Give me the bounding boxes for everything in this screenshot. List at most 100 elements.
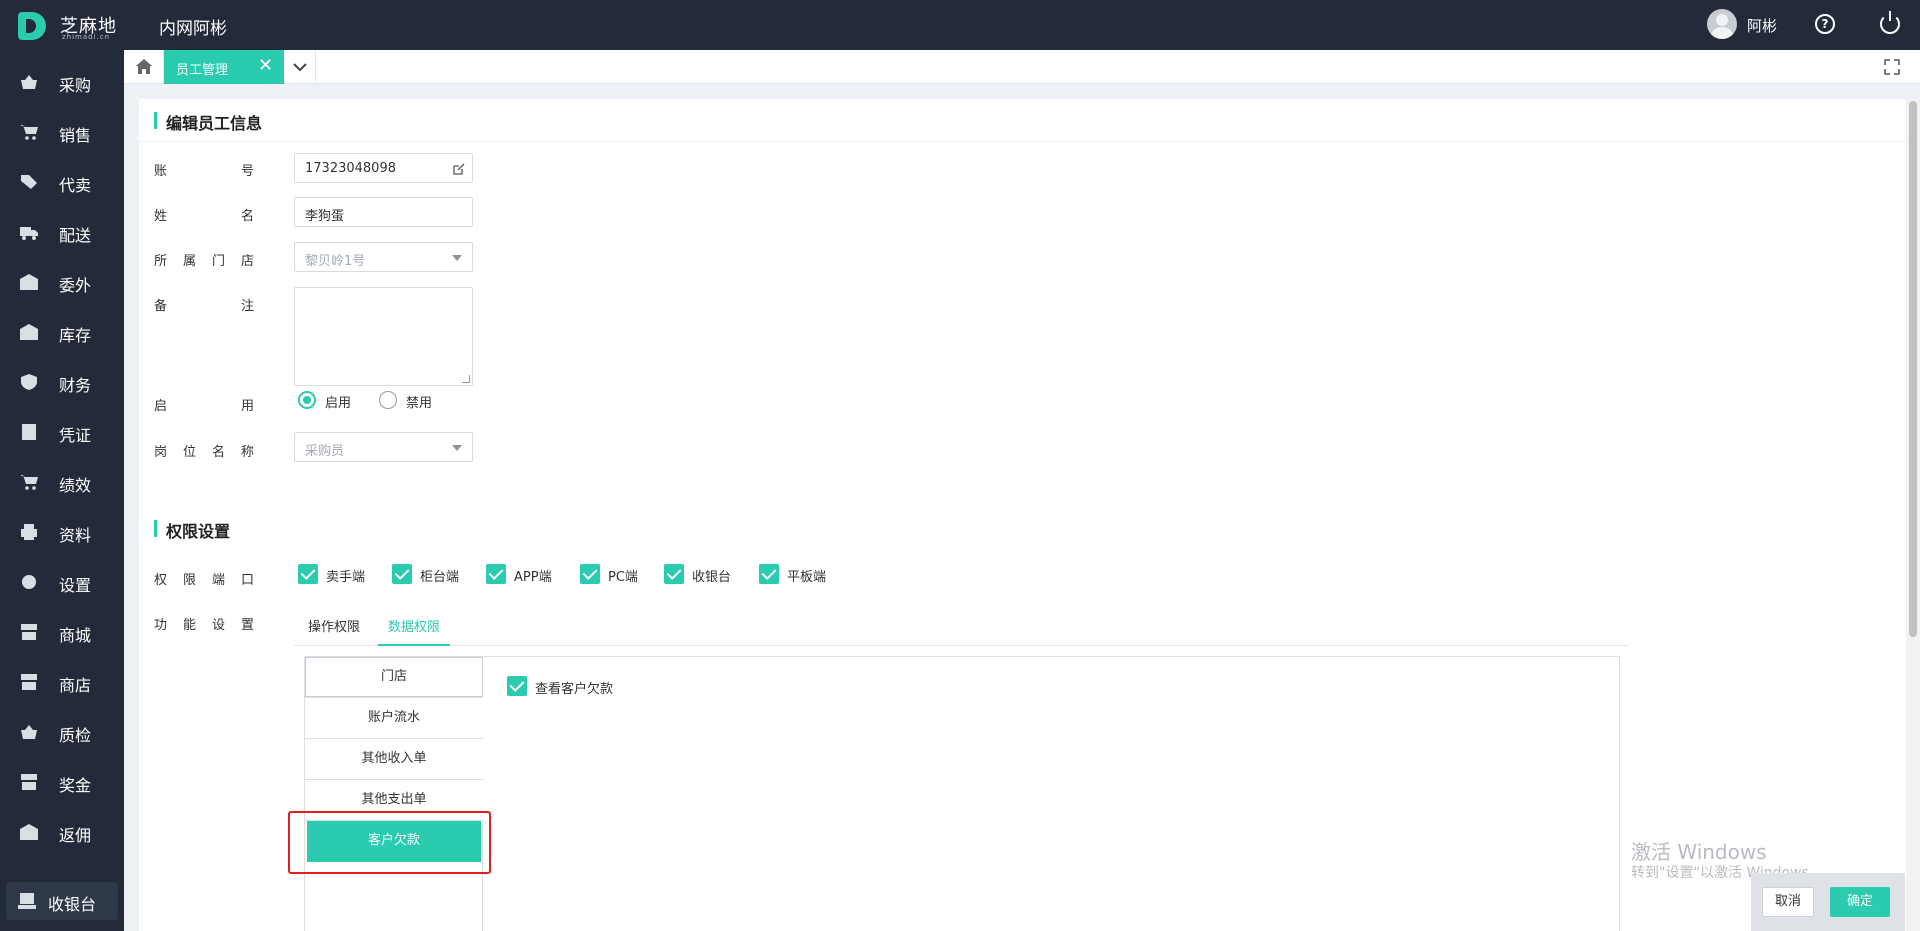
sidebar: 采购 销售 代卖 配送 委外 库存 财务 凭证 绩效 资料 设置 商城 商店 质… <box>0 50 124 931</box>
remark-label: 备注 <box>154 299 254 314</box>
caret-down-icon <box>452 445 462 451</box>
sidebar-item-label: 资料 <box>59 526 92 545</box>
home-icon <box>136 59 152 74</box>
radio-label: 禁用 <box>406 396 433 411</box>
avatar[interactable] <box>1707 9 1737 39</box>
sidebar-item-shop[interactable]: 商店 <box>0 662 124 702</box>
list-item[interactable]: 门店 <box>305 657 483 698</box>
cart-icon <box>20 124 38 140</box>
remark-textarea[interactable] <box>294 287 473 386</box>
sidebar-item-qc[interactable]: 质检 <box>0 712 124 752</box>
sidebar-item-data[interactable]: 资料 <box>0 512 124 552</box>
sidebar-item-label: 采购 <box>59 76 92 95</box>
cancel-button[interactable]: 取消 <box>1762 887 1814 917</box>
radio-circle <box>379 391 397 409</box>
section-title-permissions: 权限设置 <box>154 518 230 542</box>
section-divider <box>139 141 1909 142</box>
tab-label: 员工管理 <box>176 63 229 78</box>
top-bar: 芝麻地 zhimadi.cn 内网阿彬 阿彬 ? <box>0 0 1920 50</box>
sidebar-item-delivery[interactable]: 配送 <box>0 212 124 252</box>
radio-circle <box>298 391 316 409</box>
sidebar-item-sales[interactable]: 销售 <box>0 112 124 152</box>
store-icon <box>20 774 38 790</box>
help-icon[interactable]: ? <box>1815 14 1835 34</box>
sidebar-item-label: 绩效 <box>59 476 92 495</box>
tab-dropdown-button[interactable] <box>284 50 316 84</box>
gear-icon <box>20 574 38 590</box>
data-permission-panel: 门店 账户流水 其他收入单 其他支出单 客户欠款 查看客户欠款 <box>304 656 1620 931</box>
section-title-edit-employee: 编辑员工信息 <box>154 110 262 134</box>
cart-icon <box>20 474 38 490</box>
checkbox-box <box>392 564 412 584</box>
checkbox-label: PC端 <box>608 570 638 585</box>
tab-employee-management[interactable]: 员工管理 ✕ <box>164 50 284 84</box>
activation-watermark-title: 激活 Windows <box>1631 840 1767 864</box>
scrollbar[interactable] <box>1906 99 1920 931</box>
checkbox-label: 卖手端 <box>326 570 366 585</box>
caret-down-icon <box>452 255 462 261</box>
sidebar-item-consign[interactable]: 代卖 <box>0 162 124 202</box>
checkbox-label: 收银台 <box>692 570 732 585</box>
resize-grip-icon[interactable] <box>462 375 470 383</box>
cashier-icon <box>18 893 36 909</box>
name-field[interactable]: 李狗蛋 <box>294 197 473 227</box>
position-label: 岗位名称 <box>154 445 254 460</box>
sidebar-item-voucher[interactable]: 凭证 <box>0 412 124 452</box>
sidebar-item-bonus[interactable]: 奖金 <box>0 762 124 802</box>
sidebar-item-outsource[interactable]: 委外 <box>0 262 124 302</box>
list-item[interactable]: 账户流水 <box>305 698 483 739</box>
permission-tabs: 操作权限 数据权限 <box>294 606 1629 646</box>
sidebar-item-performance[interactable]: 绩效 <box>0 462 124 502</box>
cashier-label: 收银台 <box>48 895 97 914</box>
sidebar-item-label: 返佣 <box>59 826 92 845</box>
power-icon[interactable] <box>1880 11 1900 34</box>
sidebar-item-inventory[interactable]: 库存 <box>0 312 124 352</box>
cashier-button[interactable]: 收银台 <box>6 882 118 920</box>
sidebar-item-label: 奖金 <box>59 776 92 795</box>
truck-icon <box>20 224 38 240</box>
position-select[interactable]: 采购员 <box>294 432 473 462</box>
close-icon[interactable]: ✕ <box>258 57 273 75</box>
logo[interactable]: 芝麻地 zhimadi.cn <box>18 10 118 42</box>
checkbox-label: 查看客户欠款 <box>535 682 614 697</box>
fullscreen-icon[interactable] <box>1884 59 1900 75</box>
checkbox-box <box>507 676 527 696</box>
tab-data-permission[interactable]: 数据权限 <box>378 616 451 646</box>
sidebar-item-label: 配送 <box>59 226 92 245</box>
store-icon <box>20 624 38 640</box>
sidebar-item-finance[interactable]: 财务 <box>0 362 124 402</box>
logo-mark-icon <box>18 12 46 40</box>
account-field[interactable]: 17323048098 <box>294 153 473 183</box>
basket-icon <box>20 724 38 740</box>
checkbox-label: 平板端 <box>787 570 827 585</box>
sidebar-item-label: 代卖 <box>59 176 92 195</box>
sidebar-item-label: 销售 <box>59 126 92 145</box>
sidebar-item-label: 库存 <box>59 326 92 345</box>
checkbox-label: 柜台端 <box>420 570 460 585</box>
basket-icon <box>20 74 38 90</box>
tab-bar: 员工管理 ✕ <box>124 50 1920 84</box>
sidebar-item-settings[interactable]: 设置 <box>0 562 124 602</box>
scroll-thumb[interactable] <box>1909 101 1917 637</box>
checkbox-box <box>298 564 318 584</box>
edit-icon[interactable] <box>452 162 466 176</box>
confirm-button[interactable]: 确定 <box>1830 887 1890 917</box>
sidebar-item-purchase[interactable]: 采购 <box>0 62 124 102</box>
store-placeholder: 黎贝岭1号 <box>305 254 366 269</box>
position-placeholder: 采购员 <box>305 444 345 459</box>
home-button[interactable] <box>124 50 164 84</box>
port-label: 权限端口 <box>154 573 254 588</box>
warehouse-icon <box>20 274 38 290</box>
store-label: 所属门店 <box>154 254 254 269</box>
checkbox-label: APP端 <box>514 570 552 585</box>
user-name[interactable]: 阿彬 <box>1747 15 1777 36</box>
list-item[interactable]: 其他收入单 <box>305 739 483 780</box>
permission-category-list: 门店 账户流水 其他收入单 其他支出单 客户欠款 <box>305 657 483 931</box>
tab-operation-permission[interactable]: 操作权限 <box>308 616 360 646</box>
sidebar-item-rebate[interactable]: 返佣 <box>0 812 124 852</box>
store-select[interactable]: 黎贝岭1号 <box>294 242 473 272</box>
store-icon <box>20 674 38 690</box>
radio-label: 启用 <box>325 396 352 411</box>
sidebar-item-label: 质检 <box>59 726 92 745</box>
sidebar-item-mall[interactable]: 商城 <box>0 612 124 652</box>
